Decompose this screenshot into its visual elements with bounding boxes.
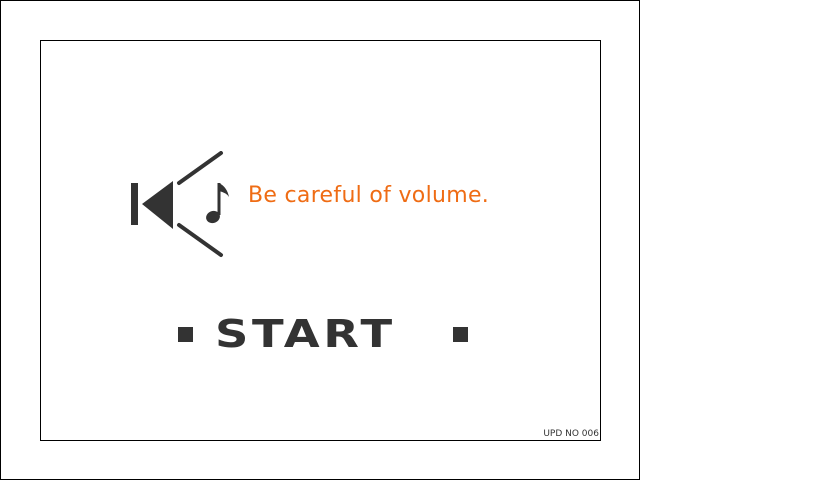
volume-warning-text: Be careful of volume. bbox=[248, 183, 490, 208]
game-screen: Be careful of volume. START UPD NO 006 bbox=[40, 40, 601, 441]
start-button[interactable]: START bbox=[171, 315, 471, 353]
speaker-volume-icon bbox=[131, 151, 241, 259]
square-bullet-icon bbox=[178, 327, 193, 342]
speaker-icon-graphic bbox=[131, 151, 229, 257]
start-label: START bbox=[215, 312, 396, 356]
version-label: UPD NO 006 bbox=[543, 429, 599, 439]
music-note-icon bbox=[206, 183, 229, 224]
square-bullet-icon bbox=[453, 327, 468, 342]
